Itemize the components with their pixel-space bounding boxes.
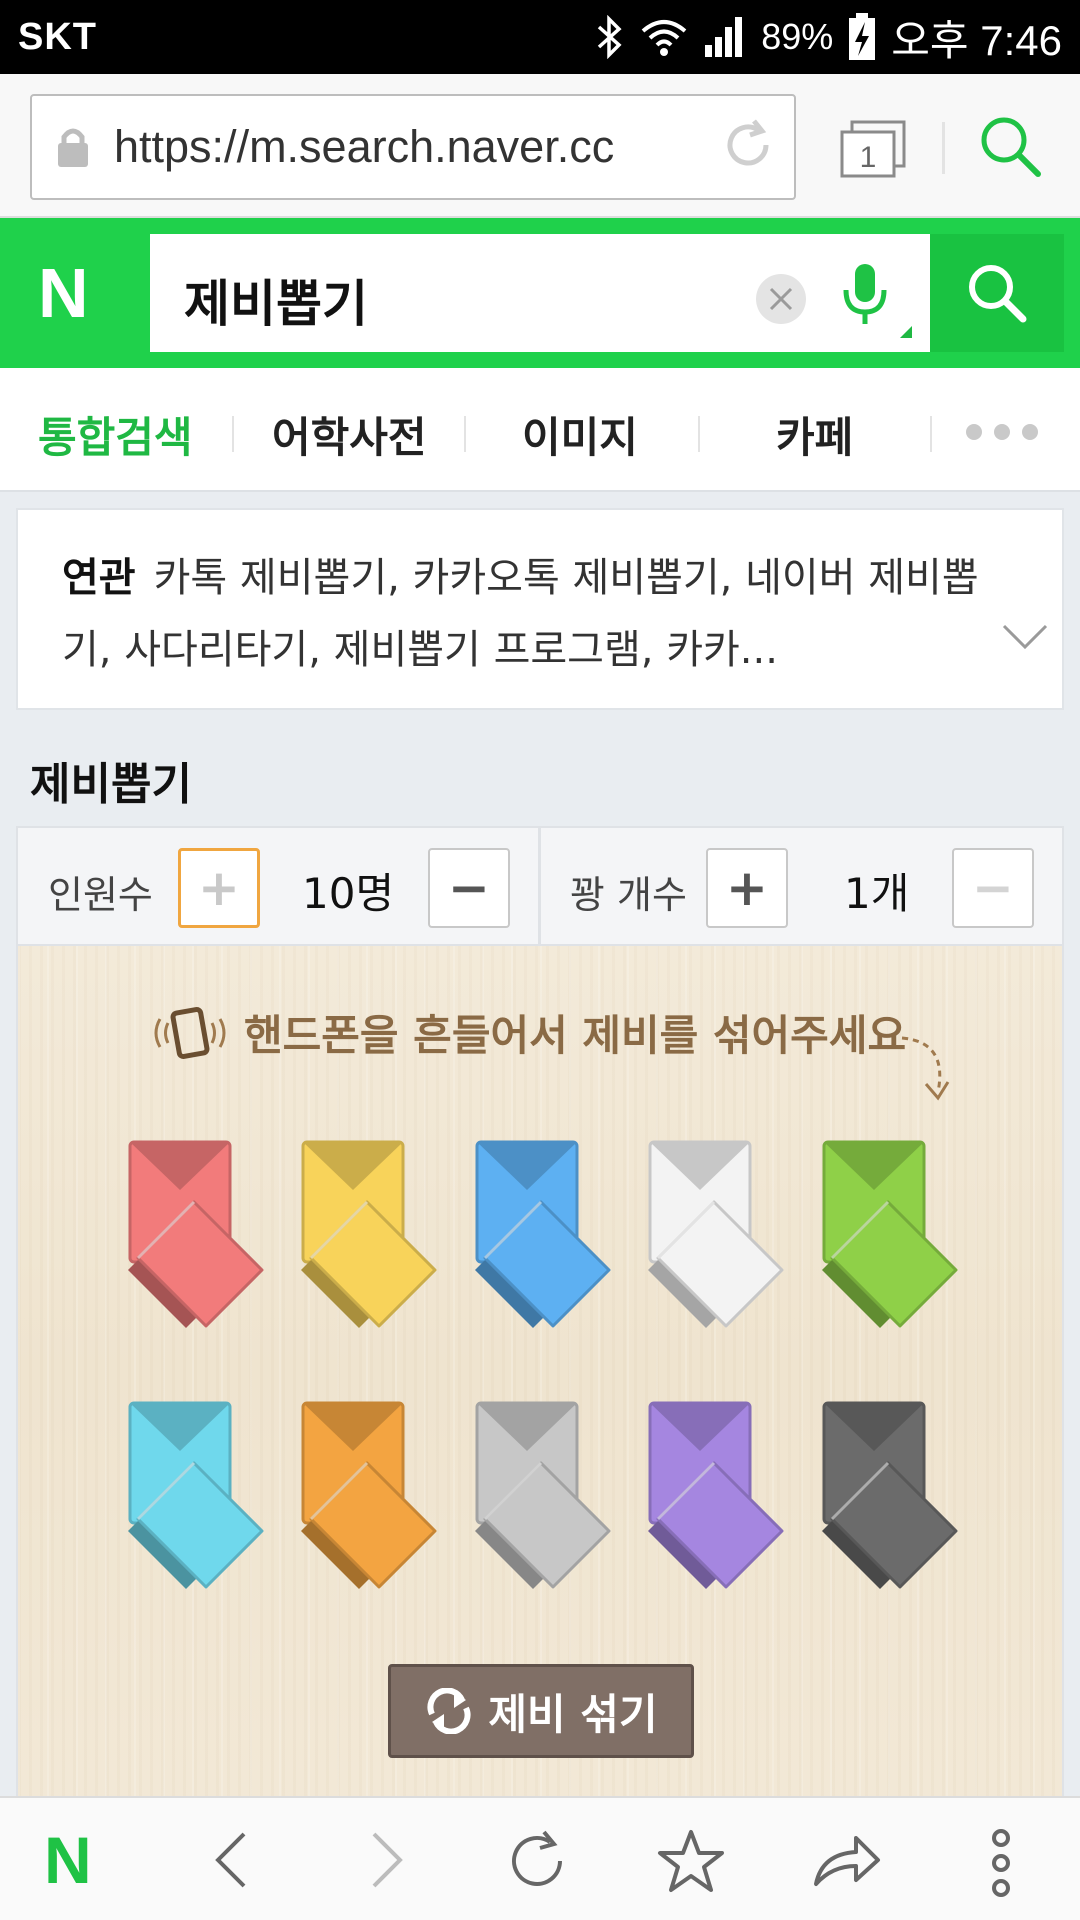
people-count-label: 인원수 bbox=[48, 873, 153, 917]
related-keywords[interactable]: 카톡 제비뽑기, 카카오톡 제비뽑기, 네이버 제비뽑기, 사다리타기, 제비뽑… bbox=[62, 555, 979, 673]
search-icon bbox=[969, 265, 1027, 323]
browser-bottom-bar: N bbox=[0, 1796, 1080, 1920]
share-icon[interactable] bbox=[812, 1828, 882, 1894]
status-bar: SKT 89% 오후 7:46 bbox=[0, 0, 1080, 74]
lock-icon bbox=[50, 125, 96, 169]
carrier-label: SKT bbox=[18, 15, 97, 58]
search-button[interactable] bbox=[930, 234, 1064, 352]
lottery-ticket[interactable] bbox=[128, 1140, 264, 1330]
url-text[interactable]: https://m.search.naver.cc bbox=[114, 121, 708, 173]
naver-logo[interactable]: N bbox=[38, 258, 89, 328]
tab-separator bbox=[232, 416, 234, 452]
battery-charging-icon bbox=[849, 13, 876, 60]
lottery-title: 제비뽑기 bbox=[30, 759, 192, 810]
tab-count: 1 bbox=[860, 141, 877, 174]
lottery-ticket[interactable] bbox=[475, 1140, 611, 1330]
reload-icon[interactable] bbox=[720, 117, 776, 177]
people-count-value: 10명 bbox=[302, 869, 395, 918]
shuffle-label: 제비 섞기 bbox=[488, 1689, 658, 1739]
related-searches: 연관 카톡 제비뽑기, 카카오톡 제비뽑기, 네이버 제비뽑기, 사다리타기, 제… bbox=[16, 508, 1064, 710]
back-icon[interactable] bbox=[206, 1828, 256, 1892]
shuffle-icon bbox=[427, 1688, 471, 1734]
tab-dictionary[interactable]: 어학사전 bbox=[272, 404, 427, 465]
tab-separator bbox=[930, 416, 932, 452]
related-label: 연관 bbox=[62, 555, 136, 601]
more-menu-icon[interactable] bbox=[986, 1828, 1016, 1898]
related-searches-text[interactable]: 연관 카톡 제비뽑기, 카카오톡 제비뽑기, 네이버 제비뽑기, 사다리타기, 제… bbox=[62, 542, 1012, 686]
shaking-phone-icon bbox=[154, 1006, 226, 1059]
lottery-ticket[interactable] bbox=[301, 1401, 437, 1591]
lottery-ticket[interactable] bbox=[301, 1140, 437, 1330]
controls-divider bbox=[538, 828, 541, 944]
naver-home-button[interactable]: N bbox=[44, 1827, 92, 1893]
lottery-ticket[interactable] bbox=[475, 1401, 611, 1591]
clock: 오후 7:46 bbox=[891, 16, 1062, 64]
blank-increase-button[interactable]: + bbox=[706, 848, 788, 928]
shake-hint-text: 핸드폰을 흔들어서 제비를 섞어주세요 bbox=[244, 1011, 907, 1060]
battery-percent: 89% bbox=[761, 16, 834, 57]
lottery-ticket[interactable] bbox=[648, 1401, 784, 1591]
tab-separator bbox=[698, 416, 700, 452]
search-input[interactable]: 제비뽑기 bbox=[150, 234, 930, 352]
search-tabs: 통합검색 어학사전 이미지 카페 bbox=[0, 368, 1080, 492]
people-increase-button[interactable]: + bbox=[178, 848, 260, 928]
microphone-icon[interactable] bbox=[840, 262, 890, 332]
naver-search-header: N 제비뽑기 bbox=[0, 218, 1080, 368]
tab-images[interactable]: 이미지 bbox=[522, 404, 638, 465]
blank-count-value: 1개 bbox=[844, 869, 910, 918]
tab-cafe[interactable]: 카페 bbox=[776, 404, 853, 465]
browser-toolbar: https://m.search.naver.cc 1 bbox=[0, 74, 1080, 218]
people-decrease-button[interactable]: − bbox=[428, 848, 510, 928]
lottery-ticket[interactable] bbox=[128, 1401, 264, 1591]
signal-icon bbox=[705, 17, 743, 57]
voice-options-indicator bbox=[900, 326, 912, 338]
curved-arrow-icon bbox=[901, 1036, 950, 1101]
search-icon[interactable] bbox=[978, 114, 1044, 184]
more-tabs-icon[interactable] bbox=[966, 424, 1038, 440]
tab-switcher-button[interactable]: 1 bbox=[838, 120, 908, 184]
forward-icon[interactable] bbox=[362, 1828, 412, 1892]
shake-hint: 핸드폰을 흔들어서 제비를 섞어주세요 bbox=[150, 1002, 906, 1063]
blank-count-label: 꽝 개수 bbox=[570, 873, 687, 917]
lottery-board: 핸드폰을 흔들어서 제비를 섞어주세요 제비 섞기 bbox=[16, 946, 1064, 1796]
shuffle-button[interactable]: 제비 섞기 bbox=[388, 1664, 694, 1758]
blank-decrease-button[interactable]: − bbox=[952, 848, 1034, 928]
clear-icon[interactable] bbox=[756, 274, 806, 324]
bookmark-star-icon[interactable] bbox=[656, 1828, 726, 1894]
status-icons: 89% 오후 7:46 bbox=[595, 7, 1062, 68]
lottery-controls: 인원수 + 10명 − 꽝 개수 + 1개 − bbox=[16, 826, 1064, 946]
address-bar[interactable]: https://m.search.naver.cc bbox=[30, 94, 796, 200]
lottery-ticket[interactable] bbox=[822, 1401, 958, 1591]
lottery-ticket[interactable] bbox=[822, 1140, 958, 1330]
toolbar-divider bbox=[942, 122, 945, 174]
tab-integrated-search[interactable]: 통합검색 bbox=[38, 404, 193, 465]
bluetooth-icon bbox=[598, 15, 622, 59]
refresh-icon[interactable] bbox=[504, 1828, 570, 1894]
lottery-ticket[interactable] bbox=[648, 1140, 784, 1330]
wifi-icon bbox=[641, 20, 687, 56]
chevron-down-icon[interactable] bbox=[1000, 622, 1050, 656]
tab-separator bbox=[464, 416, 466, 452]
search-query[interactable]: 제비뽑기 bbox=[184, 264, 368, 336]
